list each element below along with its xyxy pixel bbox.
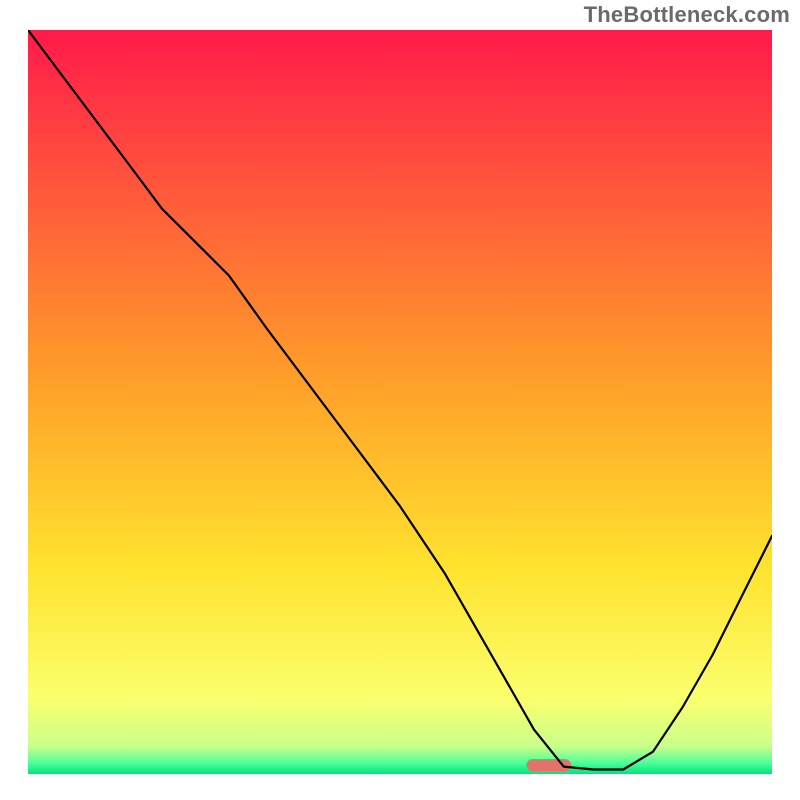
plot-area — [28, 30, 772, 774]
optimum-marker — [526, 759, 571, 771]
chart-container: TheBottleneck.com — [0, 0, 800, 800]
gradient-background — [28, 30, 772, 774]
watermark-text: TheBottleneck.com — [584, 2, 790, 28]
chart-svg — [28, 30, 772, 774]
